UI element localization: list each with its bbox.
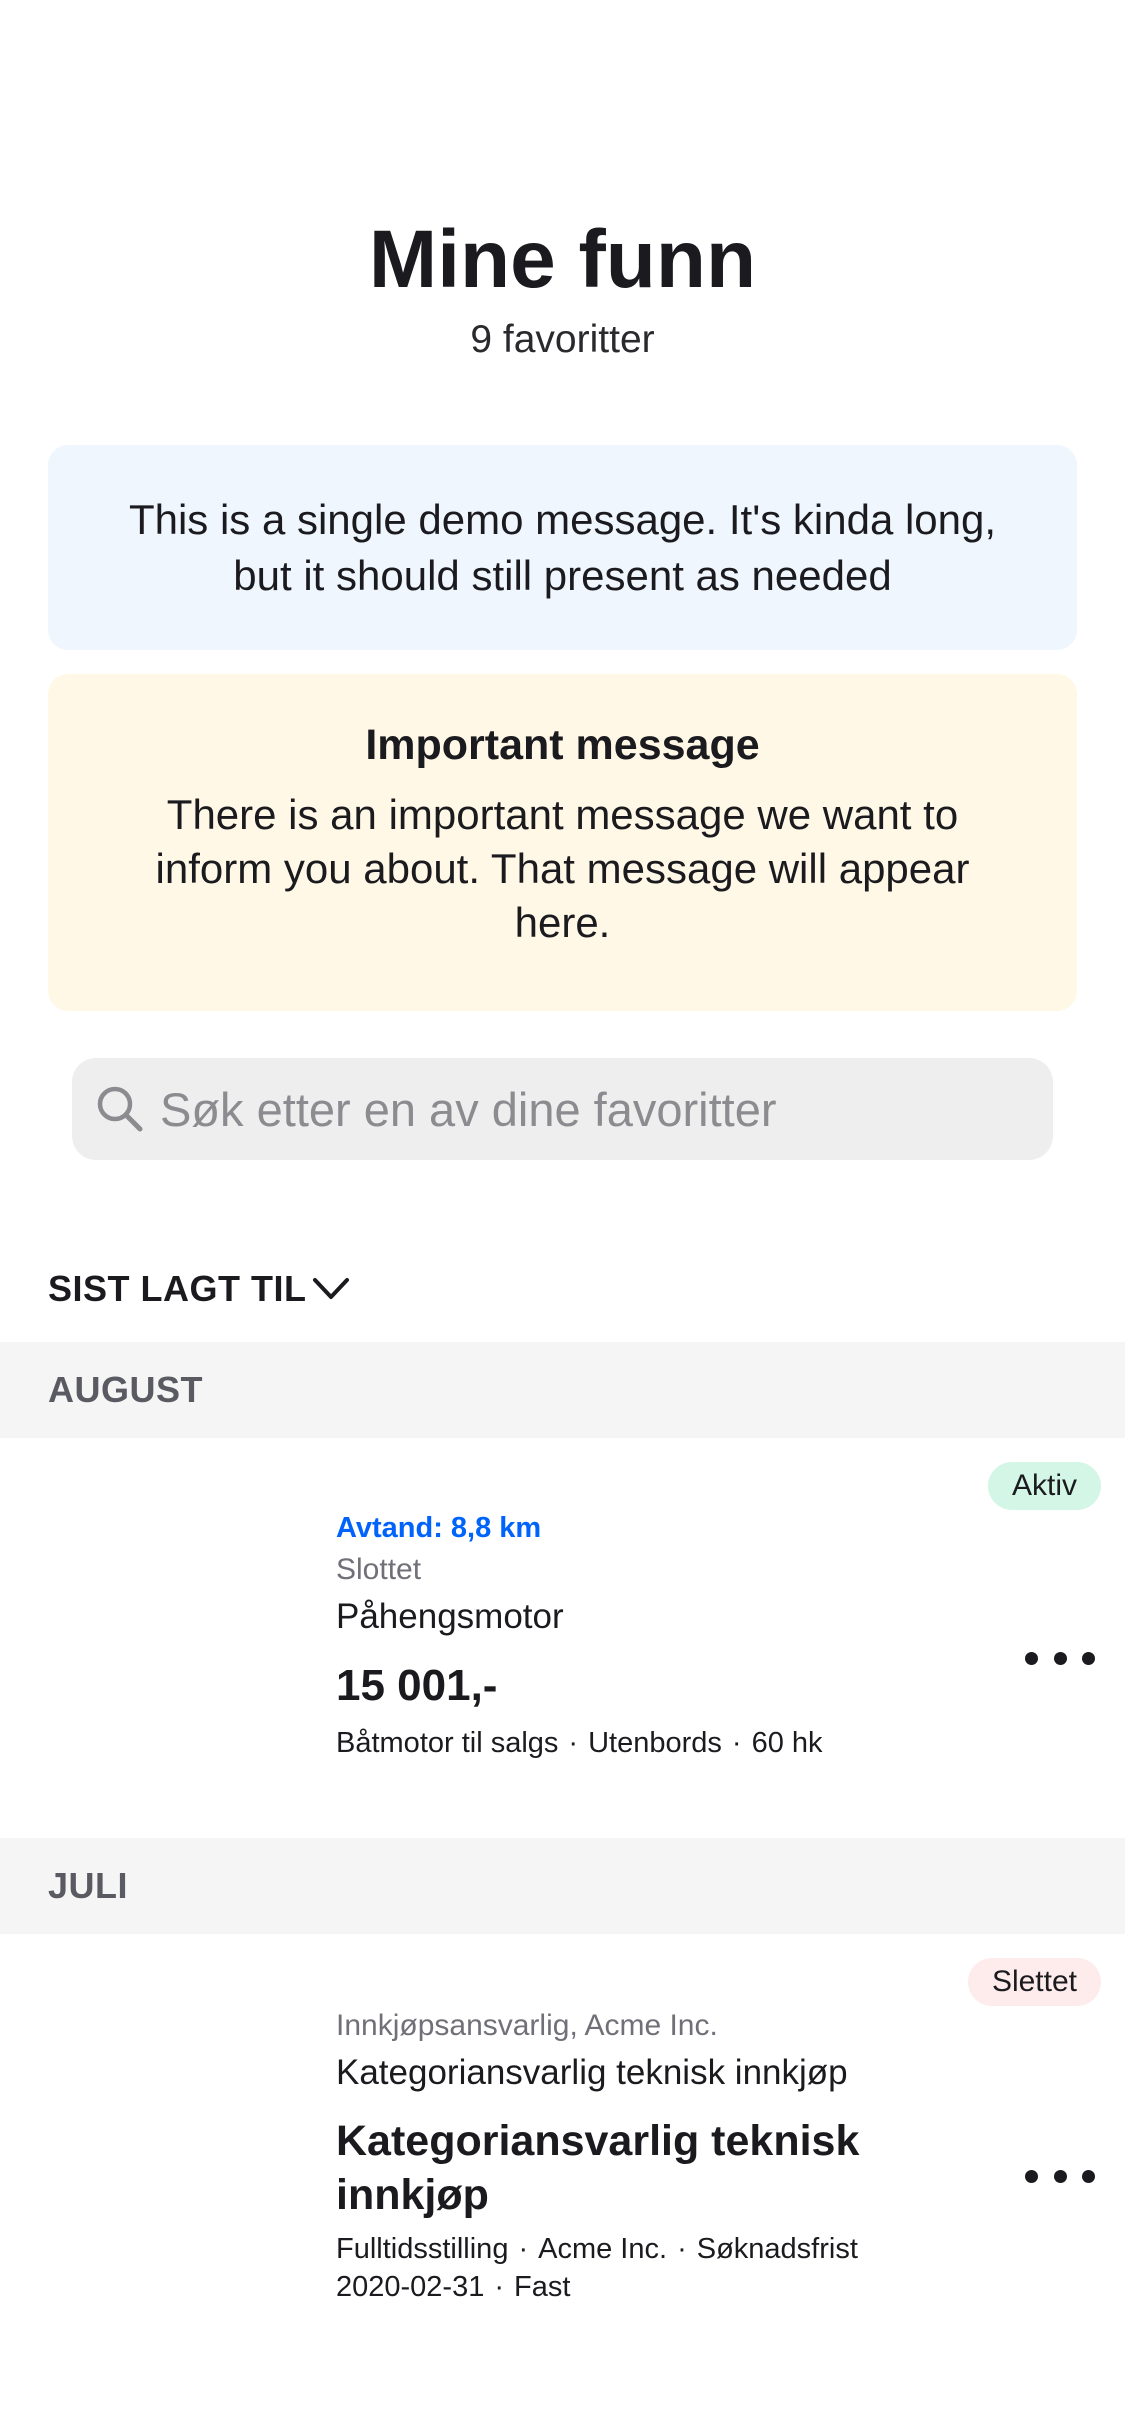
more-options-button[interactable]: [1025, 2156, 1095, 2196]
meta-deadline-label: Søknadsfrist: [696, 2233, 858, 2265]
page-header: Mine funn 9 favoritter: [0, 205, 1125, 365]
section-month-label: JULI: [48, 1865, 129, 1906]
dot-icon: [1053, 2169, 1067, 2183]
item-details: Innkjøpsansvarlig, Acme Inc. Kategorians…: [336, 2004, 876, 2306]
section-header-august: AUGUST: [0, 1342, 1125, 1438]
section-month-label: AUGUST: [48, 1369, 203, 1410]
item-subheading: Kategoriansvarlig teknisk innkjøp: [336, 2053, 848, 2092]
favorites-count: 9 favoritter: [470, 318, 655, 361]
info-message: This is a single demo message. It's kind…: [48, 445, 1077, 650]
favorite-item[interactable]: Slettet Innkjøpsansvarlig, Acme Inc. Kat…: [0, 1934, 1125, 2354]
meta-contract: Fast: [514, 2271, 571, 2303]
item-heading: Påhengsmotor: [336, 1597, 564, 1636]
meta-power: 60 hk: [751, 1727, 823, 1759]
dot-icon: [1082, 1651, 1095, 1665]
item-meta-line2: 2020-02-31 · Fast: [336, 2271, 571, 2303]
important-message: Important message There is an important …: [48, 674, 1077, 1011]
item-distance: Avtand: 8,8 km: [336, 1512, 542, 1544]
meta-type: Utenbords: [588, 1727, 722, 1759]
item-details: Avtand: 8,8 km Slottet Påhengsmotor 15 0…: [336, 1508, 823, 1762]
meta-employment: Fulltidsstilling: [336, 2233, 509, 2265]
item-title: Kategoriansvarlig teknisk innkjøp: [336, 2117, 860, 2219]
important-message-title: Important message: [365, 721, 760, 769]
dot-icon: [1025, 2169, 1038, 2183]
search-icon: [97, 1086, 143, 1132]
meta-category: Båtmotor til salgs: [336, 1727, 559, 1759]
important-message-text: There is an important message we want to…: [155, 791, 970, 946]
search-bar[interactable]: [72, 1058, 1053, 1160]
item-meta: Fulltidsstilling · Acme Inc. · Søknadsfrist: [336, 2233, 858, 2265]
dot-icon: [1082, 2169, 1095, 2183]
section-header-juli: JULI: [0, 1838, 1125, 1934]
search-input[interactable]: [158, 1080, 1042, 1138]
item-location: Slottet: [336, 1553, 422, 1586]
item-company: Innkjøpsansvarlig, Acme Inc.: [336, 2009, 718, 2042]
item-meta: Båtmotor til salgs · Utenbords · 60 hk: [336, 1727, 823, 1759]
status-badge: Aktiv: [987, 1462, 1101, 1510]
dot-icon: [1053, 1651, 1067, 1665]
more-options-button[interactable]: [1025, 1638, 1095, 1678]
info-message-text: This is a single demo message. It's kind…: [128, 495, 997, 599]
status-badge: Slettet: [967, 1958, 1101, 2006]
dot-icon: [1025, 1651, 1038, 1665]
chevron-down-icon: [313, 1278, 350, 1299]
favorite-item[interactable]: Aktiv Avtand: 8,8 km Slottet Påhengsmoto…: [0, 1438, 1125, 1838]
sort-dropdown[interactable]: SIST LAGT TIL: [48, 1268, 350, 1310]
meta-company: Acme Inc.: [538, 2233, 668, 2265]
item-price: 15 001,-: [336, 1661, 498, 1710]
meta-deadline-date: 2020-02-31: [336, 2271, 485, 2303]
page-title: Mine funn: [368, 214, 757, 305]
sort-label: SIST LAGT TIL: [48, 1268, 307, 1309]
